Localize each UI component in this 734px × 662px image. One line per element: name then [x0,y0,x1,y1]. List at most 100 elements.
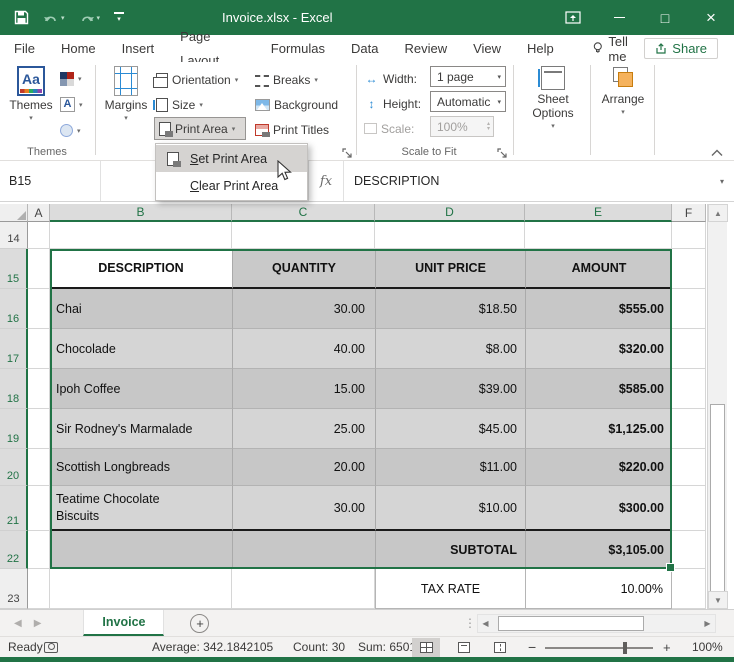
size-button[interactable]: Size▾ [156,93,203,116]
cell-description[interactable]: Chocolade [50,329,232,369]
sheet-tab-invoice[interactable]: Invoice [83,610,164,636]
cell-empty[interactable] [28,249,50,289]
row-header-22[interactable]: 22 [0,531,28,569]
cell-quantity[interactable]: 20.00 [232,449,375,486]
close-button[interactable]: × [688,0,734,35]
scroll-right-button[interactable]: ▶ [700,615,715,632]
row-header-19[interactable]: 19 [0,409,28,449]
normal-view-button[interactable] [412,638,440,657]
row-header-16[interactable]: 16 [0,289,28,329]
background-button[interactable]: Background [255,93,338,116]
cell-unit-price[interactable]: $8.00 [375,329,525,369]
cell-empty[interactable] [28,369,50,409]
cell-tax-value[interactable]: 10.00% [525,569,672,609]
column-header-f[interactable]: F [672,204,706,222]
sheet-options-button[interactable]: Sheet Options ▾ [520,66,586,130]
row-header-20[interactable]: 20 [0,449,28,486]
cell-empty[interactable] [28,449,50,486]
cell-unit-price[interactable]: $10.00 [375,486,525,531]
cell-unit-price[interactable]: $39.00 [375,369,525,409]
breaks-button[interactable]: Breaks▾ [255,68,318,91]
minimize-button[interactable] [596,0,642,35]
theme-fonts-button[interactable]: A▾ [60,93,83,116]
tab-bar-splitter[interactable]: ⋮ [464,616,476,630]
margins-button[interactable]: Margins ▾ [102,66,150,122]
cell-empty[interactable] [28,409,50,449]
macro-record-button[interactable] [44,637,58,657]
tab-file[interactable]: File [1,37,48,61]
cell-empty[interactable] [672,369,706,409]
horizontal-scrollbar[interactable]: ◀ ▶ [477,614,716,633]
theme-colors-button[interactable]: ▾ [60,67,82,90]
cell-empty[interactable] [232,531,375,569]
tab-data[interactable]: Data [338,37,391,61]
cell-empty[interactable] [28,486,50,531]
tab-home[interactable]: Home [48,37,109,61]
row-header-23[interactable]: 23 [0,569,28,609]
cell-empty[interactable] [672,449,706,486]
redo-button[interactable]: ▾ [79,11,101,24]
cell-empty[interactable] [672,409,706,449]
cell-unit-price-header[interactable]: UNIT PRICE [375,249,525,289]
cell-empty[interactable] [672,486,706,531]
cell-empty[interactable] [50,222,232,249]
tab-formulas[interactable]: Formulas [258,37,338,61]
cell-description[interactable]: Sir Rodney's Marmalade [50,409,232,449]
cell-amount[interactable]: $555.00 [525,289,672,329]
print-area-button[interactable]: Print Area▾ [154,117,246,140]
column-header-d[interactable]: D [375,204,525,222]
row-header-17[interactable]: 17 [0,329,28,369]
zoom-slider-thumb[interactable] [623,642,627,654]
row-header-18[interactable]: 18 [0,369,28,409]
cell-description-header[interactable]: DESCRIPTION [50,249,232,289]
maximize-button[interactable]: □ [642,0,688,35]
cell-description[interactable]: Ipoh Coffee [50,369,232,409]
zoom-slider[interactable] [545,647,653,649]
cell-unit-price[interactable]: $45.00 [375,409,525,449]
cell-empty[interactable] [28,329,50,369]
ribbon-display-options-button[interactable] [550,0,596,35]
cell-tax-label[interactable]: TAX RATE [375,569,525,609]
cell-empty[interactable] [232,222,375,249]
column-header-c[interactable]: C [232,204,375,222]
scale-to-fit-dialog-launcher[interactable] [497,148,508,162]
page-setup-dialog-launcher[interactable] [342,148,353,162]
cell-subtotal-label[interactable]: SUBTOTAL [375,531,525,569]
cell-amount[interactable]: $1,125.00 [525,409,672,449]
cell-quantity[interactable]: 40.00 [232,329,375,369]
cell-subtotal-value[interactable]: $3,105.00 [525,531,672,569]
tell-me-box[interactable]: Tell me [593,34,645,64]
cell-quantity[interactable]: 25.00 [232,409,375,449]
share-button[interactable]: Share [644,38,718,59]
orientation-button[interactable]: Orientation▾ [156,68,238,91]
save-button[interactable] [14,10,29,25]
cell-amount[interactable]: $320.00 [525,329,672,369]
page-break-view-button[interactable] [486,638,514,657]
cell-empty[interactable] [28,531,50,569]
arrange-button[interactable]: Arrange ▾ [596,66,650,116]
themes-button[interactable]: Aa Themes ▾ [8,66,54,122]
cell-empty[interactable] [50,531,232,569]
cell-quantity[interactable]: 15.00 [232,369,375,409]
cell-unit-price[interactable]: $18.50 [375,289,525,329]
undo-button[interactable]: ▾ [43,11,65,24]
print-titles-button[interactable]: Print Titles [255,118,329,141]
cell-empty[interactable] [672,329,706,369]
cell-empty[interactable] [672,249,706,289]
zoom-in-button[interactable]: + [663,637,671,657]
theme-effects-button[interactable]: ▾ [60,119,81,142]
cell-empty[interactable] [672,289,706,329]
tab-help[interactable]: Help [514,37,567,61]
tab-review[interactable]: Review [391,37,460,61]
cell-empty[interactable] [50,569,232,609]
scroll-up-button[interactable]: ▲ [708,204,728,222]
scroll-down-button[interactable]: ▼ [708,591,728,609]
cell-empty[interactable] [232,569,375,609]
scroll-left-button[interactable]: ◀ [478,615,493,632]
row-header-14[interactable]: 14 [0,222,28,249]
width-combobox[interactable]: 1 page▾ [430,66,506,87]
cell-empty[interactable] [28,569,50,609]
row-header-21[interactable]: 21 [0,486,28,531]
new-sheet-button[interactable]: + [190,614,209,633]
tab-insert[interactable]: Insert [109,37,168,61]
